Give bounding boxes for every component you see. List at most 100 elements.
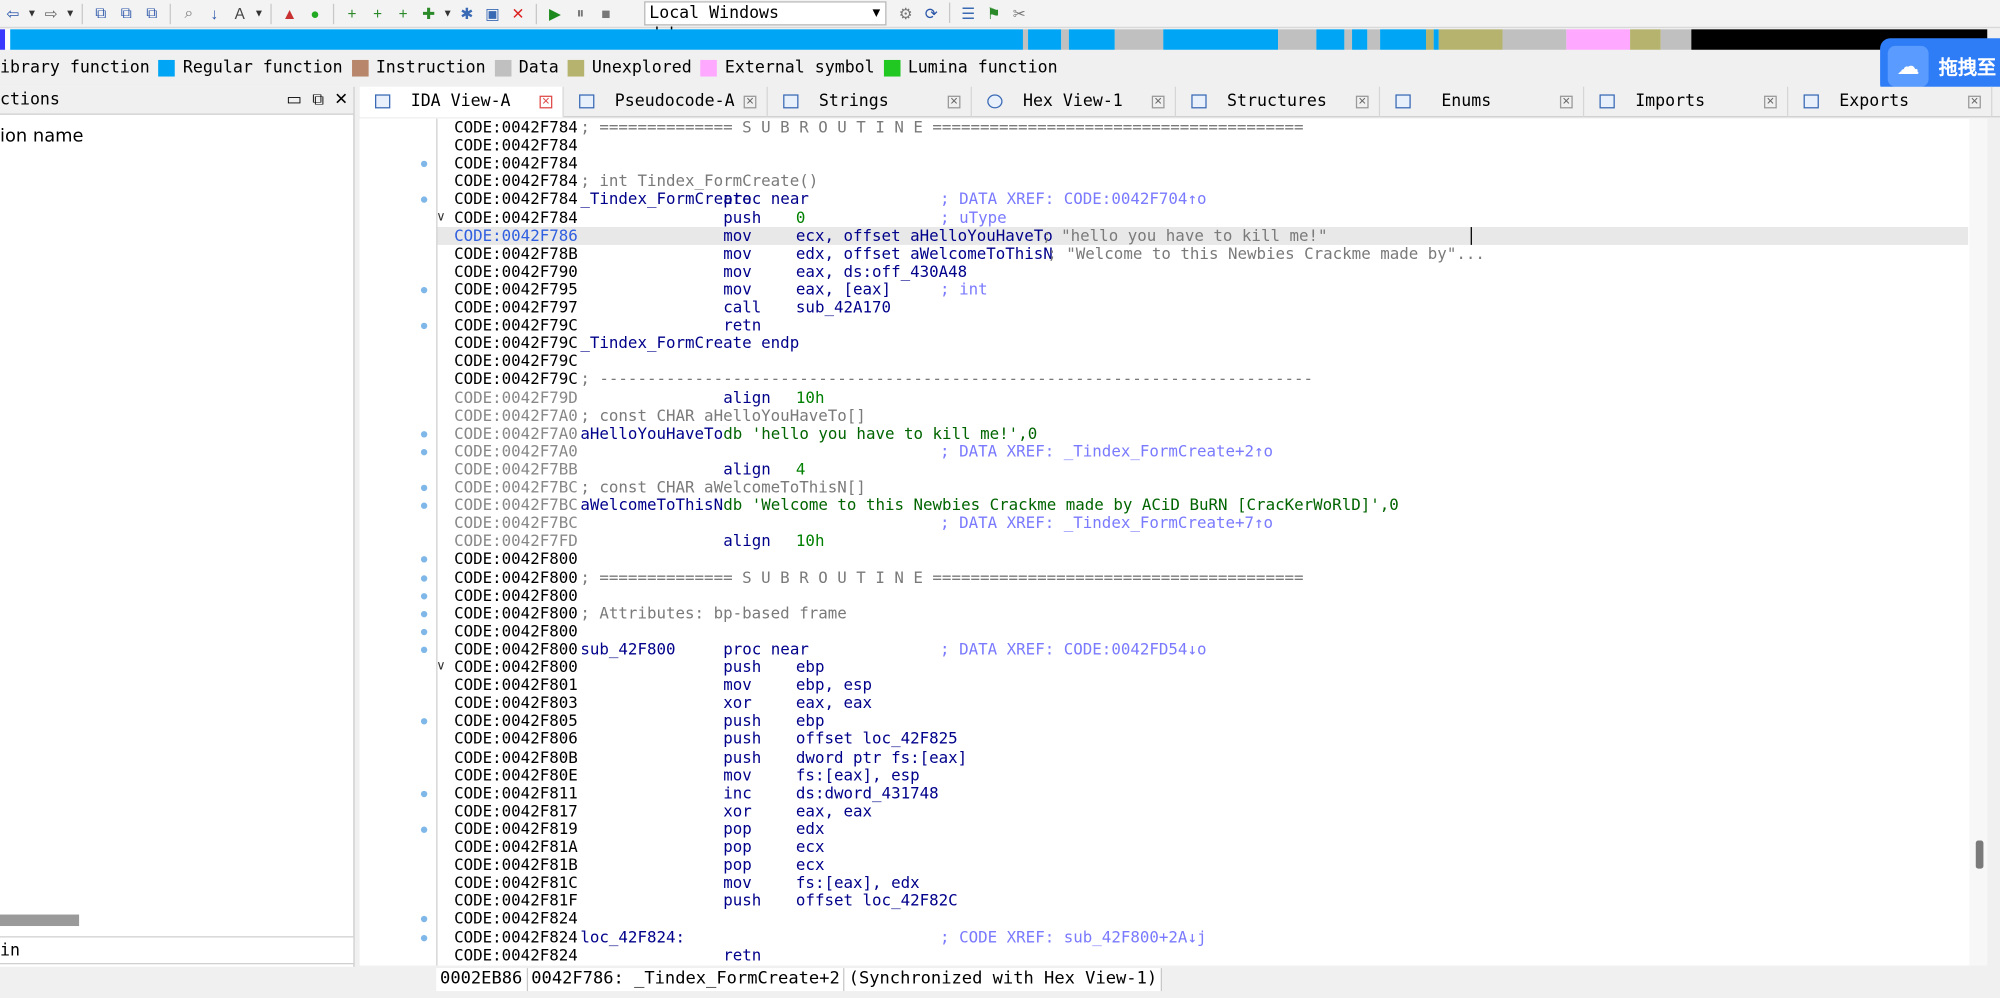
disassembly-listing[interactable]: CODE:0042F784; ============== S U B R O … [436,118,1969,966]
add-struct-icon[interactable]: + [341,2,364,25]
scrollbar-thumb[interactable] [1975,840,1984,869]
breakpoint-dot[interactable] [420,646,428,654]
delete-function-icon[interactable]: ⧉ [140,2,163,25]
listing-line[interactable]: CODE:0042F800 [437,586,1968,605]
dropdown-icon[interactable]: ▼ [65,2,75,25]
line-operand[interactable]: eax, [eax] [796,280,891,299]
tab-exports[interactable]: Exports ✕ [1788,86,1993,118]
listing-line[interactable]: CODE:0042F81F push offset loc_42F82C [437,891,1968,910]
line-operand[interactable]: offset loc_42F825 [796,729,958,748]
search-icon[interactable]: ⌕ [177,2,200,25]
functions-hscrollbar[interactable] [0,914,80,927]
breakpoint-dot[interactable] [420,160,428,168]
navigation-band[interactable] [0,29,2000,50]
close-icon[interactable]: ✕ [1355,95,1369,109]
line-operand[interactable]: offset loc_42F82C [796,891,958,910]
breakpoint-dot[interactable] [420,575,428,582]
functions-filter[interactable]: in [0,936,354,965]
breakpoint-dot[interactable] [420,934,428,942]
listing-line[interactable]: CODE:0042F81C mov fs:[eax], edx [437,873,1968,892]
line-operand[interactable]: 0 [796,209,806,227]
breakpoint-dot[interactable] [420,196,428,203]
breakpoint-dot[interactable] [420,593,428,600]
tab-ida-view-a[interactable]: IDA View-A ✕ [359,86,564,118]
line-operand[interactable]: ebp, esp [796,675,872,694]
list-icon[interactable]: ☰ [957,3,980,26]
add-const-icon[interactable]: ✚ [417,2,440,25]
listing-line[interactable]: CODE:0042F790 mov eax, ds:off_430A48 [437,262,1968,281]
listing-line[interactable]: CODE:0042F7A0 ; DATA XREF: _Tindex_FormCr… [437,442,1968,461]
listing-line[interactable]: CODE:0042F784; ============== S U B R O … [437,119,1968,137]
breakpoint-dot[interactable] [420,448,428,456]
functions-column-header[interactable]: ion name [0,126,353,146]
float-icon[interactable]: ⧉ [312,87,324,115]
graph-icon[interactable]: ▲ [278,2,301,25]
jump-down-icon[interactable]: ↓ [203,2,226,25]
refresh-icon[interactable]: ⟳ [920,3,943,26]
edit-function-icon[interactable]: ⧉ [115,2,138,25]
listing-line[interactable]: CODE:0042F800 sub_42F800 proc near ; DATA X… [437,640,1968,658]
pause-icon[interactable]: ⏸ [569,2,592,25]
breakpoint-dot[interactable] [420,718,428,725]
line-operand[interactable]: ecx [796,855,825,874]
listing-line[interactable]: CODE:0042F784 [437,136,1968,154]
line-operand[interactable]: ebp [796,658,825,676]
breakpoint-dot[interactable] [420,915,428,923]
plugin-icon[interactable]: ⚑ [982,3,1005,26]
line-operand[interactable]: eax, ds:off_430A48 [796,262,967,281]
listing-line[interactable]: CODE:0042F79C retn [437,316,1968,334]
line-label[interactable]: loc_42F824: [580,928,685,947]
listing-line[interactable]: CODE:0042F784 push 0 ; uType [437,209,1968,227]
breakpoint-dot[interactable] [420,286,428,294]
breakpoint-dot[interactable] [420,628,428,636]
listing-line[interactable]: CODE:0042F800; Attributes: bp-based fram… [437,604,1968,623]
listing-line[interactable]: CODE:0042F79C; -------------------------… [437,369,1968,388]
line-label[interactable]: aWelcomeToThisN [580,496,723,514]
add-enum-icon[interactable]: + [392,2,415,25]
listing-line[interactable]: CODE:0042F786 mov ecx, offset aHelloYouHav… [437,226,1969,245]
line-operand[interactable]: eax, eax [796,693,872,712]
close-icon[interactable]: ✕ [1151,95,1165,109]
listing-line[interactable]: CODE:0042F811 inc ds:dword_431748 [437,784,1968,802]
line-label[interactable]: _Tindex_FormCreate endp [580,334,799,352]
breakpoint-dot[interactable] [420,610,428,618]
close-icon[interactable]: ✕ [947,95,961,109]
create-function-icon[interactable]: ⧉ [89,2,112,25]
dropdown-icon[interactable]: ▼ [443,2,453,25]
tab-imports[interactable]: Imports ✕ [1584,86,1789,118]
line-label[interactable]: aHelloYouHaveTo [580,424,723,443]
listing-line[interactable]: CODE:0042F803 xor eax, eax [437,693,1968,712]
line-operand[interactable]: sub_42A170 [796,298,891,316]
add-member-icon[interactable]: + [366,2,389,25]
listing-line[interactable]: CODE:0042F7BC ; DATA XREF: _Tindex_FormCr… [437,513,1968,532]
disassembly-vscrollbar[interactable] [1969,118,1988,966]
listing-line[interactable]: CODE:0042F797 call sub_42A170 [437,298,1968,316]
close-icon[interactable]: ✕ [1559,95,1573,109]
listing-line[interactable]: CODE:0042F7A0; const CHAR aHelloYouHaveT… [437,406,1968,425]
breakpoint-dot[interactable] [420,790,428,798]
script-icon[interactable]: ▣ [481,2,504,25]
listing-line[interactable]: CODE:0042F80B push dword ptr fs:[eax] [437,748,1968,767]
listing-line[interactable]: CODE:0042F800 [437,549,1968,568]
back-icon[interactable]: ⇦ [1,2,24,25]
listing-line[interactable]: CODE:0042F806 push offset loc_42F825 [437,729,1968,748]
close-icon[interactable]: ✕ [539,95,553,109]
patch-icon[interactable]: ✱ [455,2,478,25]
breakpoint-dot[interactable] [420,826,428,833]
close-icon[interactable]: ✕ [334,87,348,115]
listing-line[interactable]: CODE:0042F78B mov edx, offset aWelcomeToTh… [437,244,1968,263]
tab-strings[interactable]: Strings ✕ [768,86,972,118]
line-operand[interactable]: 10h [796,388,825,407]
listing-line[interactable]: CODE:0042F800 push ebp [437,658,1968,676]
line-operand[interactable]: 10h [796,531,825,550]
delete-icon[interactable]: ✕ [506,2,529,25]
line-operand[interactable]: ecx, offset aHelloYouHaveTo [796,226,1053,245]
line-operand[interactable]: eax, eax [796,802,872,820]
breakpoint-dot[interactable] [420,431,428,438]
listing-line[interactable]: CODE:0042F7BB align 4 [437,460,1968,478]
listing-line[interactable]: CODE:0042F784; int Tindex_FormCreate() [437,172,1968,190]
listing-line[interactable]: CODE:0042F800 [437,622,1968,640]
listing-line[interactable]: CODE:0042F817 xor eax, eax [437,802,1968,820]
line-operand[interactable]: edx [796,820,825,838]
close-icon[interactable]: ✕ [743,95,757,109]
